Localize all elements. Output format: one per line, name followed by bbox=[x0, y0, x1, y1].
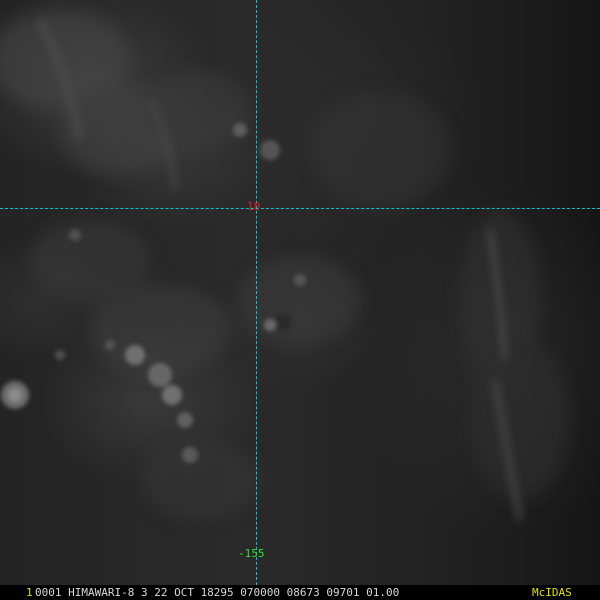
longitude-label: -155 bbox=[238, 547, 265, 560]
mcidas-brand: McIDAS bbox=[532, 586, 572, 599]
latitude-grid-line bbox=[0, 208, 600, 209]
satellite-image-viewer: 10 -155 1 0001 HIMAWARI-8 3 22 OCT 18295… bbox=[0, 0, 600, 600]
image-info-text: 0001 HIMAWARI-8 3 22 OCT 18295 070000 08… bbox=[35, 586, 400, 599]
status-bar: 1 0001 HIMAWARI-8 3 22 OCT 18295 070000 … bbox=[0, 585, 600, 600]
longitude-grid-line bbox=[256, 0, 257, 585]
latitude-label: 10 bbox=[247, 200, 261, 213]
satellite-cloud-imagery bbox=[0, 0, 600, 585]
cloud-features bbox=[0, 10, 570, 521]
frame-number: 1 bbox=[26, 586, 33, 599]
